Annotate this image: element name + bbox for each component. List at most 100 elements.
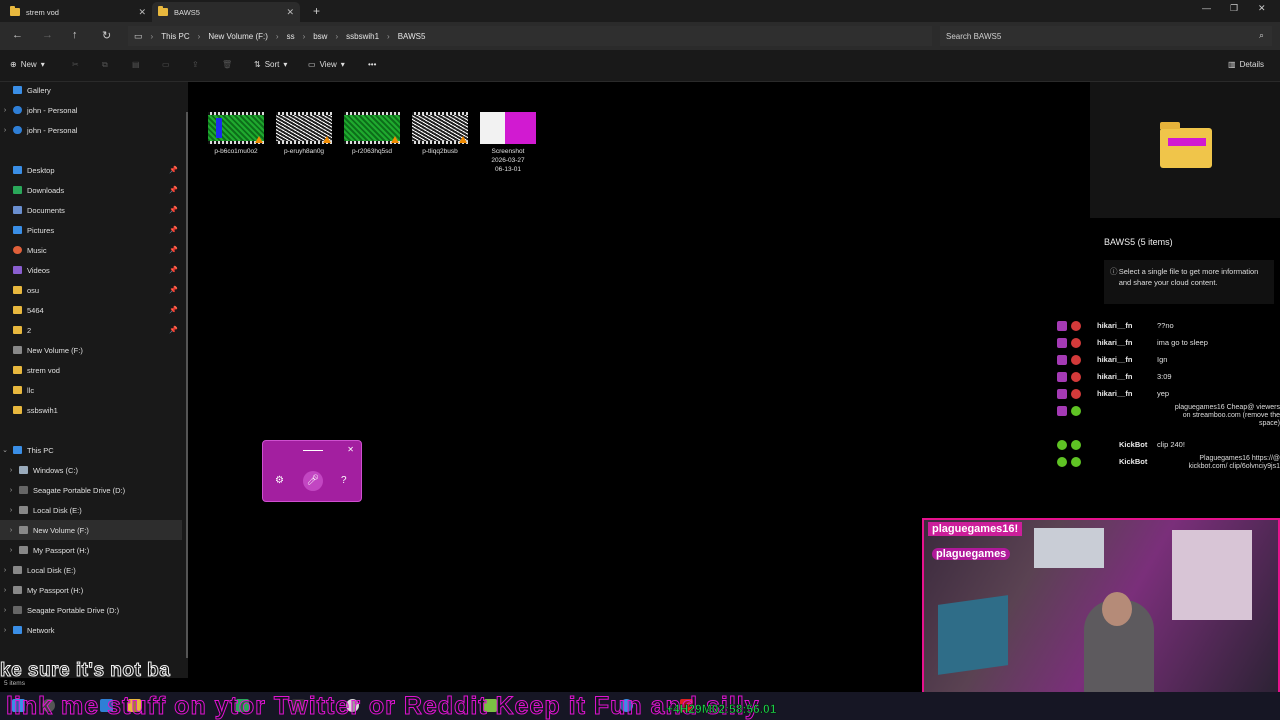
chevron-right-icon: › [197,31,201,41]
drive-icon [19,466,28,474]
sidebar-item-my-passport-h[interactable]: › My Passport (H:) [0,540,182,560]
tab-baws5[interactable]: BAWS5 ✕ [152,2,300,22]
close-tab-icon[interactable]: ✕ [138,7,146,18]
chevron-right-icon[interactable]: › [6,467,16,474]
view-button[interactable]: ▭ View ▾ [308,60,345,69]
chevron-right-icon[interactable]: › [0,127,10,134]
sidebar-item-seagate-d[interactable]: › Seagate Portable Drive (D:) [0,480,182,500]
breadcrumb-ssbswih1[interactable]: ssbswih1 [346,32,379,41]
chevron-down-icon[interactable]: ⌄ [0,446,10,454]
file-item[interactable]: Screenshot 2026-03-27 06-13-01 [477,112,539,174]
details-button[interactable]: ▥ Details [1228,60,1264,69]
sort-button[interactable]: ⇅ Sort ▾ [254,60,287,69]
sidebar-item-windows-c[interactable]: › Windows (C:) [0,460,182,480]
badge-icon [1057,440,1067,450]
sidebar-item-5464[interactable]: 5464 📌 [0,300,182,320]
sidebar-item-desktop[interactable]: Desktop 📌 [0,160,182,180]
forward-arrow-icon[interactable]: → [42,29,53,41]
download-icon [13,186,22,194]
sidebar-item-local-disk-e[interactable]: › Local Disk (E:) [0,500,182,520]
sidebar-item-2[interactable]: 2 📌 [0,320,182,340]
chevron-right-icon[interactable]: › [6,547,16,554]
breadcrumb-ss[interactable]: ss [287,32,295,41]
cut-icon[interactable]: ✂ [72,60,79,69]
chat-username: hikari__fn [1097,372,1133,381]
search-input[interactable]: Search BAWS5 ⌕ [940,26,1272,46]
breadcrumb-bsw[interactable]: bsw [313,32,327,41]
tab-strem-vod[interactable]: strem vod ✕ [4,2,152,22]
chevron-right-icon: › [150,31,154,41]
drive-icon [19,546,28,554]
view-label: View [319,60,337,69]
chat-text: ima go to sleep [1157,338,1208,347]
network-icon [13,626,22,634]
chevron-right-icon[interactable]: › [0,107,10,114]
sidebar-item-gallery[interactable]: Gallery [0,80,182,100]
desktop-icon [13,166,22,174]
delete-icon[interactable]: 🗑 [222,60,232,69]
chevron-right-icon[interactable]: › [6,487,16,494]
file-name: p-r2063hq5sd [351,148,393,155]
chevron-right-icon[interactable]: › [6,527,16,534]
sidebar-item-label: llc [27,385,35,395]
file-item[interactable]: p-r2063hq5sd [341,112,403,156]
sidebar-item-llc[interactable]: llc [0,380,182,400]
chevron-right-icon[interactable]: › [0,627,10,634]
sidebar-item-new-volume-f[interactable]: › New Volume (F:) [0,520,182,540]
chevron-right-icon[interactable]: › [0,567,10,574]
minimize-icon[interactable]: — [1202,3,1211,13]
sidebar-item-onedrive-2[interactable]: › john - Personal [0,120,182,140]
sidebar-item-this-pc[interactable]: ⌄ This PC [0,440,182,460]
sidebar-item-onedrive-1[interactable]: › john - Personal [0,100,182,120]
sidebar-item-music[interactable]: Music 📌 [0,240,182,260]
sort-label: Sort [264,60,280,69]
navigation-bar: ← → ↑ ↻ ▭ › This PC › New Volume (F:) › … [0,22,1280,50]
sidebar-item-seagate-d-2[interactable]: › Seagate Portable Drive (D:) [0,600,182,620]
more-options-icon[interactable]: ••• [368,60,376,69]
chevron-right-icon[interactable]: › [0,607,10,614]
file-item[interactable]: p-b6co1mu0o2 [205,112,267,156]
drive-icon [13,566,22,574]
sidebar-item-downloads[interactable]: Downloads 📌 [0,180,182,200]
details-title: BAWS5 (5 items) [1104,237,1173,247]
back-arrow-icon[interactable]: ← [12,29,23,41]
close-icon[interactable]: ✕ [347,445,354,454]
badge-icon [1057,457,1067,467]
drive-icon [19,506,28,514]
search-icon[interactable]: ⌕ [1259,30,1264,41]
rename-icon[interactable]: ▭ [162,60,170,69]
sidebar-item-my-passport-h-2[interactable]: › My Passport (H:) [0,580,182,600]
copy-icon[interactable]: ⧉ [102,60,108,70]
sidebar-item-ssbswih1[interactable]: ssbswih1 [0,400,182,420]
up-arrow-icon[interactable]: ↑ [72,29,78,41]
sidebar-item-local-disk-e-2[interactable]: › Local Disk (E:) [0,560,182,580]
sidebar-item-network[interactable]: › Network [0,620,182,640]
drag-handle[interactable] [303,450,323,451]
chevron-right-icon[interactable]: › [6,507,16,514]
close-tab-icon[interactable]: ✕ [286,7,294,18]
chevron-right-icon[interactable]: › [0,587,10,594]
sidebar-item-strem-vod[interactable]: strem vod [0,360,182,380]
close-window-icon[interactable]: ✕ [1258,3,1266,14]
sidebar-item-pictures[interactable]: Pictures 📌 [0,220,182,240]
sidebar-item-documents[interactable]: Documents 📌 [0,200,182,220]
sidebar-item-osu[interactable]: osu 📌 [0,280,182,300]
new-tab-button[interactable]: + [313,4,320,18]
breadcrumb-new-volume[interactable]: New Volume (F:) [208,32,268,41]
paste-icon[interactable]: ▤ [132,60,140,69]
help-icon[interactable]: ? [341,475,347,486]
address-bar[interactable]: ▭ › This PC › New Volume (F:) › ss › bsw… [128,26,932,46]
breadcrumb-baws5[interactable]: BAWS5 [398,32,426,41]
share-icon[interactable]: ⇪ [192,60,199,69]
refresh-icon[interactable]: ↻ [102,29,111,42]
microphone-icon[interactable]: 🎤︎ [303,471,323,491]
settings-gear-icon[interactable]: ⚙ [275,475,284,486]
file-item[interactable]: p-eruyh8an0g [273,112,335,156]
sidebar-item-videos[interactable]: Videos 📌 [0,260,182,280]
maximize-icon[interactable]: ❐ [1230,3,1238,14]
new-button[interactable]: ⊕ New ▾ [10,60,45,69]
breadcrumb-this-pc[interactable]: This PC [161,32,189,41]
chat-message: plaguegames16 Cheap@ viewers on streambo… [1050,403,1280,433]
sidebar-item-new-volume[interactable]: New Volume (F:) [0,340,182,360]
file-item[interactable]: p-tliqq2busb [409,112,471,156]
